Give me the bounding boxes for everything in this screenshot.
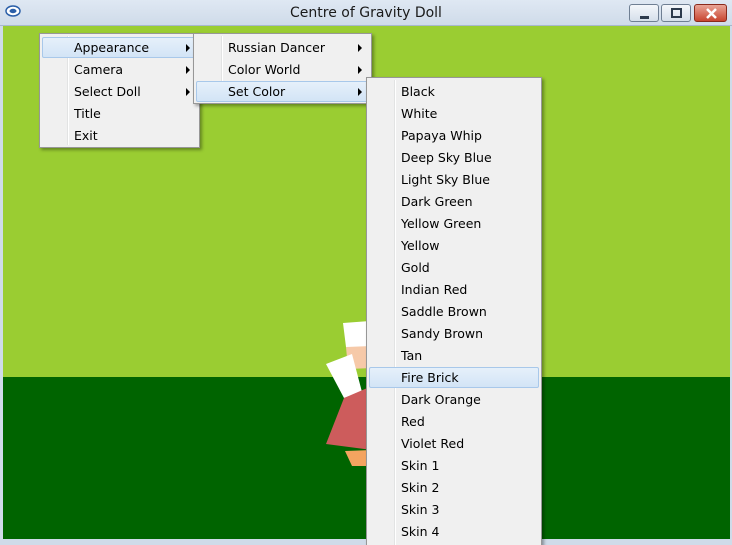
main-popup-menu: Appearance Camera Select Doll Title Exit <box>39 33 200 148</box>
menu-item-russian-dancer[interactable]: Russian Dancer <box>196 37 369 58</box>
menu-item-label: Select Doll <box>74 84 141 99</box>
menu-item-label: Exit <box>74 128 98 143</box>
menu-item-appearance[interactable]: Appearance <box>42 37 197 58</box>
menu-item-color[interactable]: Indian Red <box>369 279 539 300</box>
menu-item-label: Skin 4 <box>401 524 440 539</box>
maximize-button[interactable] <box>661 4 691 22</box>
menu-item-color[interactable]: Papaya Whip <box>369 125 539 146</box>
menu-item-color[interactable]: Red <box>369 411 539 432</box>
menu-item-label: Color World <box>228 62 301 77</box>
maximize-icon <box>671 8 682 18</box>
menu-item-color[interactable]: Sandy Brown <box>369 323 539 344</box>
menu-item-color[interactable]: Skin 2 <box>369 477 539 498</box>
menu-item-color[interactable]: Skin 3 <box>369 499 539 520</box>
menu-item-label: Light Sky Blue <box>401 172 490 187</box>
menu-item-select-doll[interactable]: Select Doll <box>42 81 197 102</box>
minimize-button[interactable] <box>629 4 659 22</box>
menu-item-label: Skin 1 <box>401 458 440 473</box>
menu-item-color-world[interactable]: Color World <box>196 59 369 80</box>
app-window: Centre of Gravity Doll Appearance Camera… <box>0 0 732 545</box>
menu-item-color[interactable]: Saddle Brown <box>369 301 539 322</box>
menu-item-label: Yellow Green <box>401 216 482 231</box>
menu-item-exit[interactable]: Exit <box>42 125 197 146</box>
menu-item-label: Appearance <box>74 40 150 55</box>
set-color-submenu: Black White Papaya Whip Deep Sky Blue Light … <box>366 77 542 545</box>
menu-item-color[interactable]: Dark Orange <box>369 389 539 410</box>
menu-item-camera[interactable]: Camera <box>42 59 197 80</box>
menu-item-color[interactable]: Skin 4 <box>369 521 539 542</box>
menu-item-color[interactable]: Dark Green <box>369 191 539 212</box>
menu-item-label: Gold <box>401 260 430 275</box>
menu-item-label: Skin 3 <box>401 502 440 517</box>
menu-item-label: White <box>401 106 438 121</box>
menu-item-color[interactable]: Fire Brick <box>369 367 539 388</box>
close-button[interactable] <box>694 4 727 22</box>
submenu-arrow-icon <box>358 44 362 52</box>
menu-item-label: Yellow <box>401 238 440 253</box>
menu-item-label: Dark Green <box>401 194 473 209</box>
title-bar[interactable]: Centre of Gravity Doll <box>0 0 732 26</box>
menu-item-label: Fire Brick <box>401 370 459 385</box>
menu-item-label: Sandy Brown <box>401 326 484 341</box>
menu-item-label: Tan <box>401 348 423 363</box>
minimize-icon <box>640 16 649 19</box>
menu-item-label: Dark Orange <box>401 392 481 407</box>
menu-item-color[interactable]: White <box>369 103 539 124</box>
menu-item-label: Skin 2 <box>401 480 440 495</box>
menu-item-title[interactable]: Title <box>42 103 197 124</box>
menu-item-color[interactable]: Light Sky Blue <box>369 169 539 190</box>
menu-item-label: Deep Sky Blue <box>401 150 492 165</box>
menu-item-color[interactable]: Tan <box>369 345 539 366</box>
menu-item-label: Red <box>401 414 425 429</box>
menu-item-label: Title <box>74 106 101 121</box>
menu-item-label: Russian Dancer <box>228 40 326 55</box>
submenu-arrow-icon <box>186 88 190 96</box>
menu-item-label: Saddle Brown <box>401 304 487 319</box>
menu-item-label: Black <box>401 84 435 99</box>
submenu-arrow-icon <box>186 44 190 52</box>
window-frame-left <box>0 26 3 545</box>
menu-item-set-color[interactable]: Set Color <box>196 81 369 102</box>
appearance-submenu: Russian Dancer Color World Set Color <box>193 33 372 104</box>
menu-item-label: Violet Red <box>401 436 465 451</box>
menu-item-color[interactable]: Black <box>369 81 539 102</box>
window-title: Centre of Gravity Doll <box>290 5 442 21</box>
menu-item-label: Papaya Whip <box>401 128 482 143</box>
submenu-arrow-icon <box>358 88 362 96</box>
menu-item-label: Camera <box>74 62 124 77</box>
close-icon <box>706 8 717 19</box>
menu-item-color[interactable]: Deep Sky Blue <box>369 147 539 168</box>
menu-item-color[interactable]: Yellow Green <box>369 213 539 234</box>
menu-item-color[interactable]: Gold <box>369 257 539 278</box>
menu-item-color[interactable]: Yellow <box>369 235 539 256</box>
menu-item-color[interactable]: Skin 1 <box>369 455 539 476</box>
menu-item-color[interactable]: Violet Red <box>369 433 539 454</box>
submenu-arrow-icon <box>358 66 362 74</box>
menu-item-label: Indian Red <box>401 282 468 297</box>
submenu-arrow-icon <box>186 66 190 74</box>
menu-item-label: Set Color <box>228 84 286 99</box>
